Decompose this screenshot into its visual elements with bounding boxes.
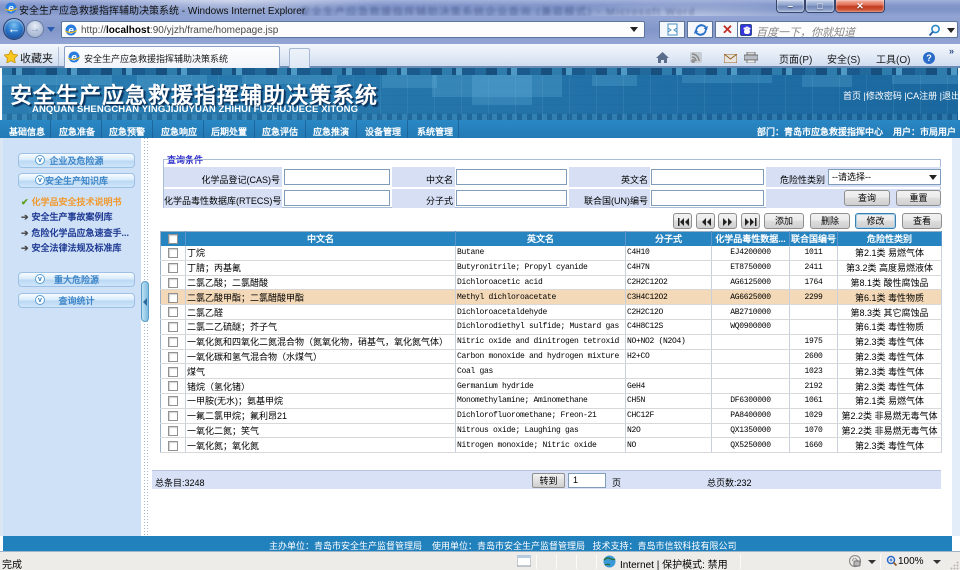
- svg-text:e: e: [71, 53, 77, 64]
- svg-text:e: e: [8, 4, 14, 15]
- svg-text:e: e: [68, 26, 74, 37]
- svg-text:?: ?: [926, 53, 932, 63]
